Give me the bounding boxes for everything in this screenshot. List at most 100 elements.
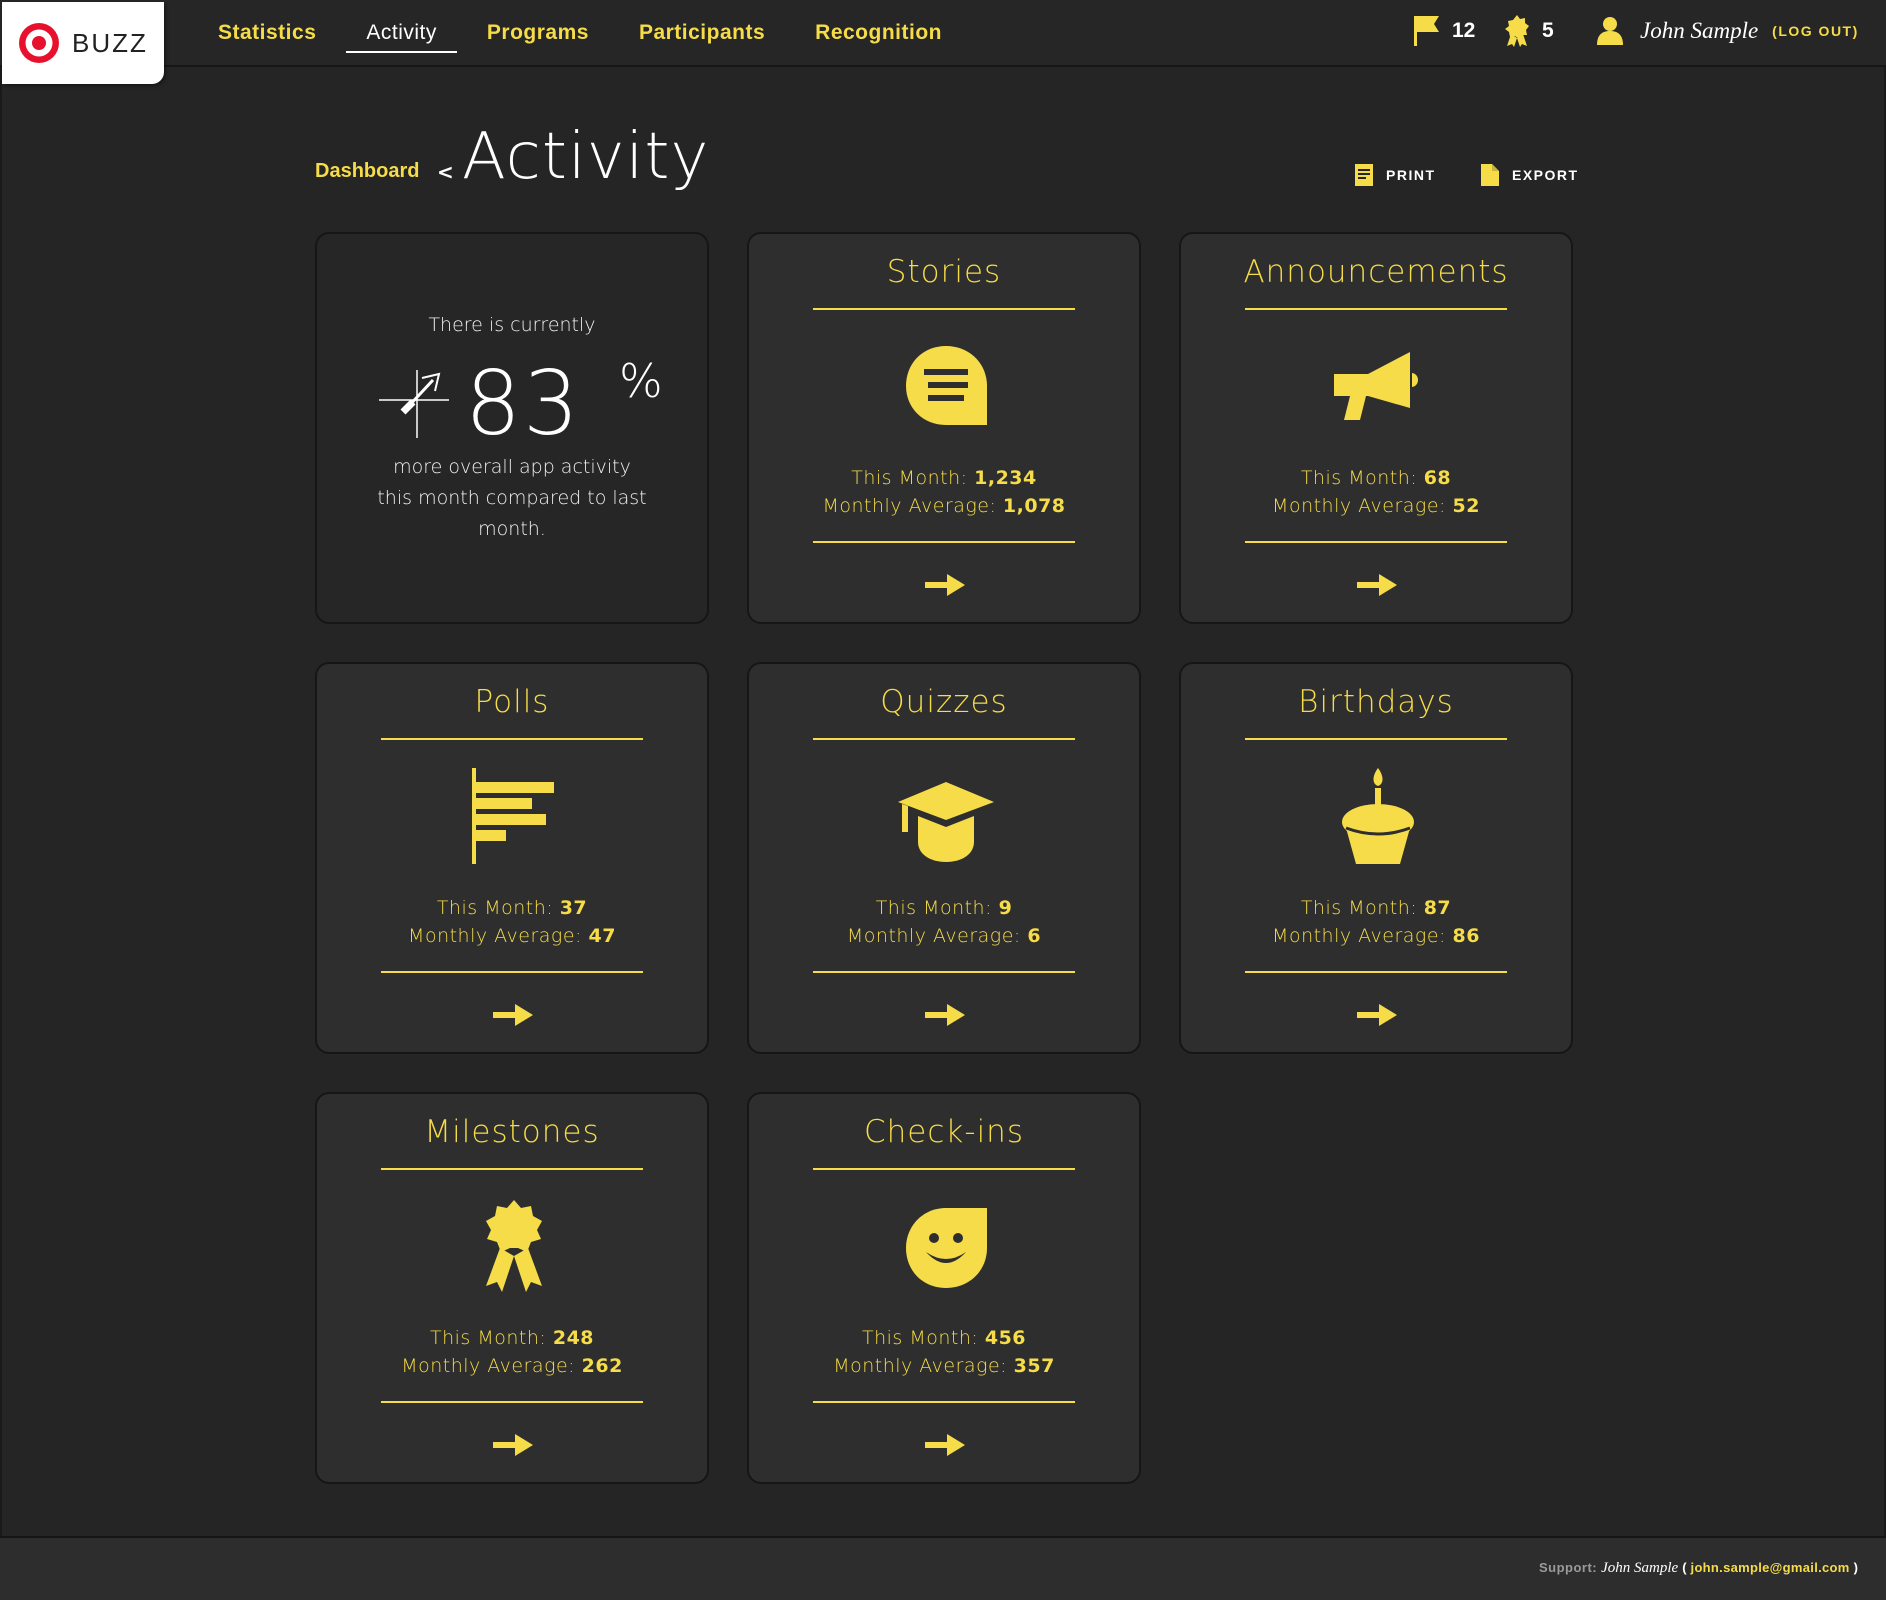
target-logo-icon bbox=[19, 23, 59, 63]
percent-sign: % bbox=[619, 354, 663, 408]
card-stats: This Month: 37 Monthly Average: 47 bbox=[317, 894, 707, 950]
trend-arrow-icon bbox=[379, 370, 449, 438]
nav-recognition[interactable]: Recognition bbox=[795, 0, 962, 53]
brand-name: BUZZ bbox=[72, 27, 148, 58]
month-value: 1,234 bbox=[974, 467, 1037, 489]
average-value: 47 bbox=[588, 925, 616, 947]
card-stats: This Month: 68 Monthly Average: 52 bbox=[1181, 464, 1571, 520]
month-label: This Month: bbox=[1300, 897, 1418, 919]
average-label: Monthly Average: bbox=[822, 495, 997, 517]
support-info: Support: John Sample (john.sample@gmail.… bbox=[1539, 1560, 1858, 1577]
card-title: Announcements bbox=[1243, 254, 1509, 290]
breadcrumb-dashboard[interactable]: Dashboard bbox=[315, 160, 419, 183]
buzz-logo[interactable]: BUZZ bbox=[2, 2, 164, 84]
month-value: 248 bbox=[552, 1327, 595, 1349]
support-email-link[interactable]: john.sample@gmail.com bbox=[1691, 1560, 1850, 1575]
divider bbox=[381, 971, 643, 973]
ribbon-award-icon bbox=[486, 1200, 542, 1292]
paren-close: ) bbox=[1853, 1560, 1858, 1575]
card-title: Polls bbox=[474, 684, 550, 720]
month-label: This Month: bbox=[436, 897, 554, 919]
print-label: PRINT bbox=[1386, 167, 1436, 183]
summary-description: more overall app activity this month com… bbox=[377, 456, 647, 540]
summary-intro: There is currently bbox=[428, 314, 596, 336]
export-button[interactable]: EXPORT bbox=[1480, 163, 1579, 187]
average-label: Monthly Average: bbox=[1272, 495, 1446, 517]
month-label: This Month: bbox=[875, 897, 993, 919]
user-menu: John Sample (LOG OUT) bbox=[1596, 16, 1859, 46]
divider bbox=[813, 308, 1075, 310]
month-value: 68 bbox=[1423, 467, 1452, 489]
awards-count: 5 bbox=[1542, 19, 1554, 42]
check-ins-card: Check-ins This Month: 456 Monthly Averag… bbox=[747, 1092, 1141, 1484]
average-value: 1,078 bbox=[1002, 495, 1066, 517]
arrow-right-icon[interactable] bbox=[1355, 572, 1399, 598]
birthdays-card: Birthdays This Month: 87 Monthly Average… bbox=[1179, 662, 1573, 1054]
card-stats: This Month: 456 Monthly Average: 357 bbox=[749, 1324, 1139, 1380]
stories-card: Stories This Month: 1,234 Monthly Averag… bbox=[747, 232, 1141, 624]
nav-statistics[interactable]: Statistics bbox=[198, 0, 336, 53]
card-title: Check-ins bbox=[864, 1114, 1024, 1150]
activity-percent: 83 bbox=[465, 352, 581, 455]
card-stats: This Month: 1,234 Monthly Average: 1,078 bbox=[749, 464, 1139, 520]
month-label: This Month: bbox=[851, 467, 968, 489]
flags-count: 12 bbox=[1452, 19, 1476, 42]
nav-programs[interactable]: Programs bbox=[467, 0, 609, 53]
paren-open: ( bbox=[1682, 1560, 1687, 1575]
divider bbox=[1245, 541, 1507, 543]
export-label: EXPORT bbox=[1512, 167, 1579, 183]
divider bbox=[813, 1168, 1075, 1170]
divider bbox=[1245, 308, 1507, 310]
smiley-icon bbox=[906, 1208, 987, 1288]
breadcrumb-separator: < bbox=[437, 160, 454, 184]
award-icon bbox=[1505, 15, 1529, 47]
announcements-card: Announcements This Month: 68 Monthly Ave… bbox=[1179, 232, 1573, 624]
card-title: Milestones bbox=[424, 1114, 600, 1150]
arrow-right-icon[interactable] bbox=[923, 1002, 967, 1028]
divider bbox=[1245, 738, 1507, 740]
document-icon bbox=[1355, 164, 1373, 186]
main-nav: Statistics Activity Programs Participant… bbox=[198, 0, 972, 67]
user-icon bbox=[1597, 17, 1623, 45]
arrow-right-icon[interactable] bbox=[491, 1002, 535, 1028]
average-value: 52 bbox=[1452, 495, 1480, 517]
arrow-right-icon[interactable] bbox=[923, 572, 967, 598]
activity-summary-card: There is currently 83 % more overall app… bbox=[315, 232, 709, 624]
user-name: John Sample bbox=[1640, 18, 1759, 43]
month-value: 37 bbox=[559, 897, 588, 919]
cupcake-icon bbox=[1342, 768, 1414, 864]
print-button[interactable]: PRINT bbox=[1354, 163, 1436, 187]
month-value: 456 bbox=[984, 1327, 1027, 1349]
awards-counter[interactable]: 5 bbox=[1502, 14, 1554, 48]
flags-counter[interactable]: 12 bbox=[1412, 14, 1475, 48]
nav-participants[interactable]: Participants bbox=[619, 0, 785, 53]
month-value: 87 bbox=[1423, 897, 1452, 919]
divider bbox=[1245, 971, 1507, 973]
logout-link[interactable]: (LOG OUT) bbox=[1772, 23, 1859, 39]
divider bbox=[813, 971, 1075, 973]
average-label: Monthly Average: bbox=[408, 925, 582, 947]
flag-icon bbox=[1414, 16, 1439, 46]
speech-bubble-icon bbox=[906, 346, 987, 425]
footer: Support: John Sample (john.sample@gmail.… bbox=[0, 1536, 1886, 1600]
average-label: Monthly Average: bbox=[401, 1355, 576, 1377]
divider bbox=[381, 738, 643, 740]
month-value: 9 bbox=[998, 897, 1013, 919]
card-stats: This Month: 248 Monthly Average: 262 bbox=[317, 1324, 707, 1380]
polls-card: Polls This Month: 37 Monthly Average: 47 bbox=[315, 662, 709, 1054]
support-name: John Sample bbox=[1601, 1560, 1679, 1576]
card-stats: This Month: 87 Monthly Average: 86 bbox=[1181, 894, 1571, 950]
nav-activity[interactable]: Activity bbox=[346, 0, 457, 53]
arrow-right-icon[interactable] bbox=[923, 1432, 967, 1458]
average-value: 262 bbox=[581, 1355, 623, 1377]
average-value: 357 bbox=[1013, 1355, 1055, 1377]
divider bbox=[813, 738, 1075, 740]
divider bbox=[813, 541, 1075, 543]
megaphone-icon bbox=[1334, 352, 1418, 420]
month-label: This Month: bbox=[1300, 467, 1418, 489]
page-title: Activity bbox=[462, 120, 710, 194]
card-stats: This Month: 9 Monthly Average: 6 bbox=[749, 894, 1139, 950]
arrow-right-icon[interactable] bbox=[1355, 1002, 1399, 1028]
arrow-right-icon[interactable] bbox=[491, 1432, 535, 1458]
divider bbox=[381, 1401, 643, 1403]
